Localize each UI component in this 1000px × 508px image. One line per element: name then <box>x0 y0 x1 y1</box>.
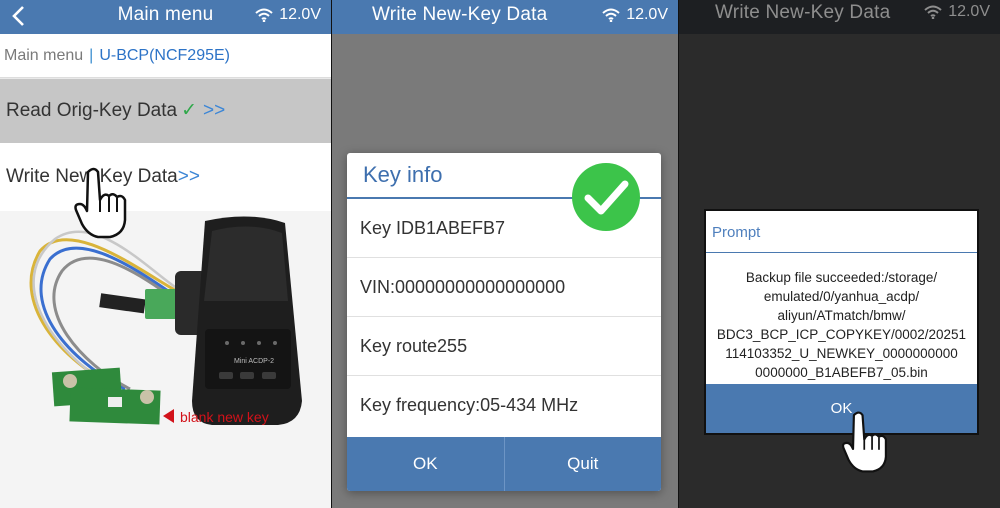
page-title: Write New-Key Data <box>372 4 548 25</box>
caption-arrow-icon <box>163 409 174 423</box>
message-line: Backup file succeeded:/storage/ <box>745 270 938 285</box>
device-label: Mini ACDP-2 <box>234 358 274 365</box>
wifi-icon <box>602 8 620 22</box>
title-bar: Main menu 12.0V <box>0 0 331 34</box>
status-area: 12.0V <box>255 6 321 24</box>
write-new-key-screen: Write New-Key Data 12.0V Key info Key ID… <box>332 0 678 508</box>
message-line: 0000000_B1ABEFB7_05.bin <box>755 365 928 380</box>
ok-button[interactable]: OK <box>347 437 504 491</box>
message-line: BDC3_BCP_ICP_COPYKEY/0002/20251 <box>716 327 967 342</box>
main-menu-screen: Main menu 12.0V Main menu | U-BCP(NCF295E)… <box>0 0 331 508</box>
quit-button[interactable]: Quit <box>503 437 662 491</box>
breadcrumb-current: U-BCP(NCF295E) <box>99 47 230 64</box>
menu-item-write-new-key[interactable]: Write New-Key Data>> <box>0 143 331 211</box>
status-area: 12.0V <box>924 3 990 21</box>
key-route-row: Key route255 <box>347 317 661 376</box>
wifi-icon <box>255 8 273 22</box>
status-area: 12.0V <box>602 6 668 24</box>
device-photo: Mini ACDP-2 blank new key <box>0 211 331 508</box>
dialog-title: Prompt <box>706 211 977 253</box>
message-line: 114103352_U_NEWKEY_0000000000 <box>725 346 958 361</box>
menu-item-label: Read Orig-Key Data <box>6 100 178 121</box>
title-bar: Write New-Key Data 12.0V <box>332 0 678 34</box>
backup-prompt-screen: Write New-Key Data 12.0V Prompt Backup f… <box>679 0 1000 508</box>
success-check-icon <box>572 163 640 231</box>
dialog-buttons: OK Quit <box>347 437 661 491</box>
prompt-message: Backup file succeeded:/storage/ emulated… <box>706 253 977 382</box>
vin-row: VIN:00000000000000000 <box>347 258 661 317</box>
title-bar: Write New-Key Data 12.0V <box>679 0 1000 34</box>
programmer-device-image: Mini ACDP-2 <box>29 216 302 425</box>
photo-caption: blank new key <box>180 409 269 425</box>
message-line: emulated/0/yanhua_acdp/ <box>763 289 920 304</box>
wifi-icon <box>924 5 942 19</box>
breadcrumb-root[interactable]: Main menu <box>4 47 83 64</box>
chevron-right-icon: >> <box>203 100 226 121</box>
pointer-hand-icon <box>842 411 887 473</box>
voltage-readout: 12.0V <box>279 6 321 23</box>
key-frequency-row: Key frequency:05-434 MHz <box>360 395 579 415</box>
page-title: Write New-Key Data <box>715 2 891 23</box>
voltage-readout: 12.0V <box>948 3 990 20</box>
chevron-right-icon: >> <box>177 166 200 187</box>
pointer-hand-icon <box>74 167 127 239</box>
breadcrumb-separator: | <box>89 47 94 64</box>
prompt-dialog: Prompt Backup file succeeded:/storage/ e… <box>704 209 979 435</box>
message-line: aliyun/ATmatch/bmw/ <box>777 308 906 323</box>
breadcrumb: Main menu | U-BCP(NCF295E) <box>0 34 331 78</box>
check-icon: ✓ <box>181 100 197 121</box>
menu-item-read-orig-key[interactable]: Read Orig-Key Data ✓ >> <box>0 79 331 143</box>
voltage-readout: 12.0V <box>626 6 668 23</box>
